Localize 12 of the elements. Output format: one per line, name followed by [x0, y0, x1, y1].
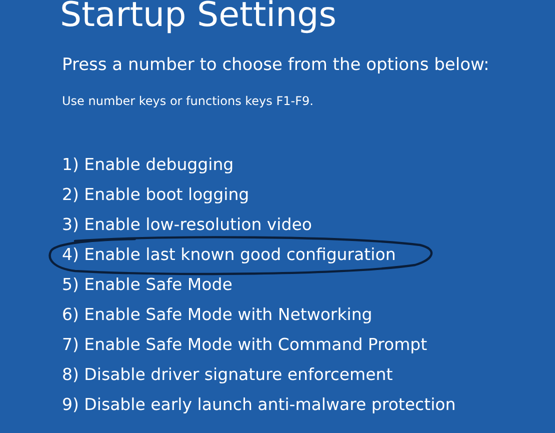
option-item[interactable]: 6) Enable Safe Mode with Networking: [62, 304, 372, 326]
option-item[interactable]: 2) Enable boot logging: [62, 184, 250, 206]
option-item[interactable]: 9) Disable early launch anti-malware protection: [62, 394, 456, 416]
option-item[interactable]: 7) Enable Safe Mode with Command Prompt: [62, 334, 428, 356]
option-item[interactable]: 5) Enable Safe Mode: [62, 274, 232, 296]
option-item[interactable]: 8) Disable driver signature enforcement: [62, 364, 393, 386]
hint-text: Use number keys or functions keys F1-F9.: [62, 93, 314, 109]
option-item[interactable]: 3) Enable low-resolution video: [62, 214, 312, 236]
option-item[interactable]: 4) Enable last known good configuration: [62, 244, 396, 266]
screen-title: Startup Settings: [60, 0, 336, 35]
option-item[interactable]: 1) Enable debugging: [62, 154, 234, 176]
prompt-text: Press a number to choose from the options below:: [62, 54, 490, 76]
